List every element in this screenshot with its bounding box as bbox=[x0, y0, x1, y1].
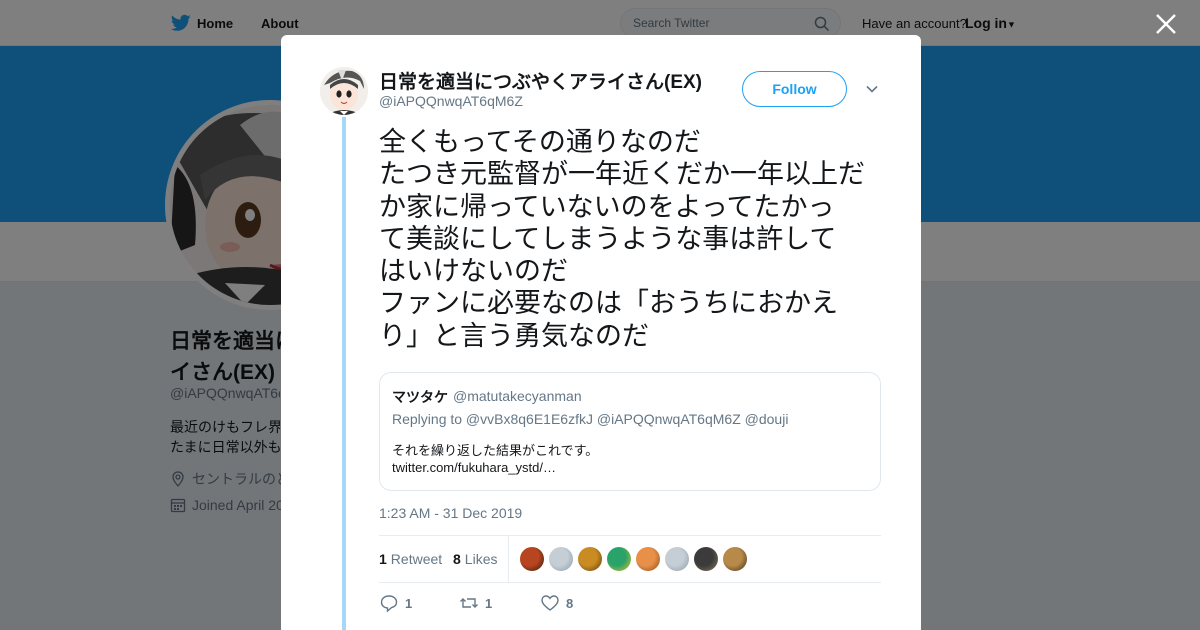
tweet-text-line: ファンに必要なのは「おうちにおかえ bbox=[379, 288, 838, 320]
reply-button[interactable]: 1 bbox=[379, 593, 412, 615]
tweet-text-line: り」と言う勇気なのだ bbox=[379, 320, 649, 352]
quoted-tweet-card[interactable]: マツタケ @matutakecyanman Replying to @vvBx8… bbox=[379, 372, 881, 491]
author-avatar[interactable] bbox=[320, 67, 368, 115]
like-count: 8 bbox=[566, 596, 574, 611]
retweet-stat-label: Retweet bbox=[390, 551, 443, 567]
close-icon[interactable] bbox=[1154, 12, 1178, 36]
tweet-text-line: て美談にしてしまうような事は許して bbox=[379, 223, 837, 255]
retweet-icon bbox=[460, 598, 478, 608]
liker-avatar[interactable] bbox=[520, 547, 544, 571]
quoted-tweet-text: それを繰り返した結果がこれです。 bbox=[392, 443, 599, 458]
quoted-replying-to: Replying to @vvBx8q6E1E6zfkJ @iAPQQnwqAT… bbox=[392, 411, 789, 427]
reply-count: 1 bbox=[405, 596, 413, 611]
tweet-text: 全くもってその通りなのだ たつき元監督が一年近くだか一年以上だ か家に帰っていな… bbox=[379, 127, 884, 353]
liker-avatar[interactable] bbox=[549, 547, 573, 571]
follow-button[interactable]: Follow bbox=[742, 71, 847, 107]
tweet-text-line: か家に帰っていないのをよってたかっ bbox=[379, 191, 835, 223]
tweet-timestamp[interactable]: 1:23 AM - 31 Dec 2019 bbox=[379, 505, 522, 521]
like-button[interactable]: 8 bbox=[540, 593, 573, 615]
retweet-stat[interactable]: 1 Retweet bbox=[379, 551, 442, 567]
liker-avatar[interactable] bbox=[607, 547, 631, 571]
liker-avatar[interactable] bbox=[665, 547, 689, 571]
liker-avatars bbox=[520, 547, 747, 571]
likes-stat[interactable]: 8 Likes bbox=[453, 551, 497, 567]
likes-stat-count: 8 bbox=[453, 551, 461, 567]
tweet-actions: 1 1 8 bbox=[379, 593, 881, 617]
retweet-count: 1 bbox=[485, 596, 493, 611]
author-avatar-illustration bbox=[320, 67, 368, 115]
thread-line bbox=[342, 117, 346, 630]
heart-icon bbox=[541, 595, 559, 611]
likes-stat-label: Likes bbox=[464, 551, 498, 567]
tweet-text-line: はいけないのだ bbox=[379, 256, 568, 288]
retweet-stat-count: 1 bbox=[379, 551, 387, 567]
tweet-modal: 日常を適当につぶやくアライさん(EX) @iAPQQnwqAT6qM6Z Fol… bbox=[281, 35, 921, 630]
liker-avatar[interactable] bbox=[694, 547, 718, 571]
quoted-author-name: マツタケ bbox=[392, 389, 448, 405]
chevron-down-icon[interactable] bbox=[864, 81, 880, 97]
tweet-text-line: 全くもってその通りなのだ bbox=[379, 127, 701, 158]
tweet-stats: 1 Retweet 8 Likes bbox=[379, 535, 881, 583]
liker-avatar[interactable] bbox=[723, 547, 747, 571]
quoted-tweet-link[interactable]: twitter.com/fukuhara_ystd/… bbox=[392, 460, 556, 475]
tweet-text-line: たつき元監督が一年近くだか一年以上だ bbox=[379, 159, 865, 191]
author-name[interactable]: 日常を適当につぶやくアライさん(EX) bbox=[379, 67, 702, 94]
liker-avatar[interactable] bbox=[578, 547, 602, 571]
stats-divider bbox=[508, 536, 509, 583]
author-handle[interactable]: @iAPQQnwqAT6qM6Z bbox=[379, 93, 523, 109]
quoted-author-handle: @matutakecyanman bbox=[453, 388, 582, 404]
reply-icon bbox=[380, 595, 398, 613]
retweet-button[interactable]: 1 bbox=[459, 593, 492, 615]
liker-avatar[interactable] bbox=[636, 547, 660, 571]
